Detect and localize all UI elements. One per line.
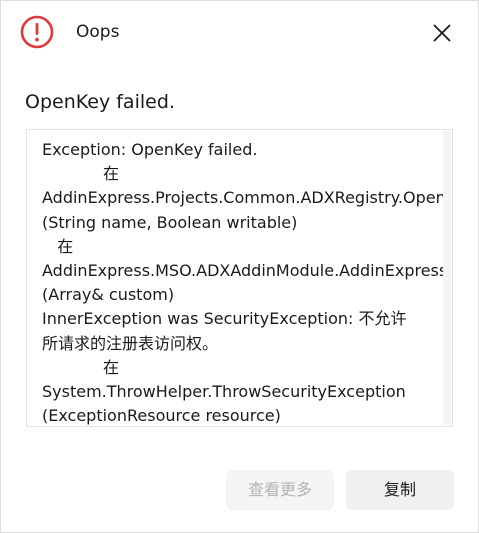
view-more-button[interactable]: 查看更多 [226, 470, 334, 510]
close-icon[interactable] [427, 18, 457, 48]
close-button[interactable] [427, 18, 457, 48]
error-dialog: Oops OpenKey failed. Exception: OpenKey … [0, 0, 479, 533]
error-heading: OpenKey failed. [25, 91, 175, 113]
error-icon [20, 15, 54, 49]
error-details-box[interactable]: Exception: OpenKey failed. 在 AddinExpres… [26, 129, 453, 427]
dialog-title: Oops [76, 22, 120, 42]
scrollbar-track[interactable] [443, 131, 451, 425]
dialog-titlebar: Oops [1, 1, 478, 63]
error-details-text[interactable]: Exception: OpenKey failed. 在 AddinExpres… [42, 138, 444, 426]
copy-button[interactable]: 复制 [346, 470, 454, 510]
